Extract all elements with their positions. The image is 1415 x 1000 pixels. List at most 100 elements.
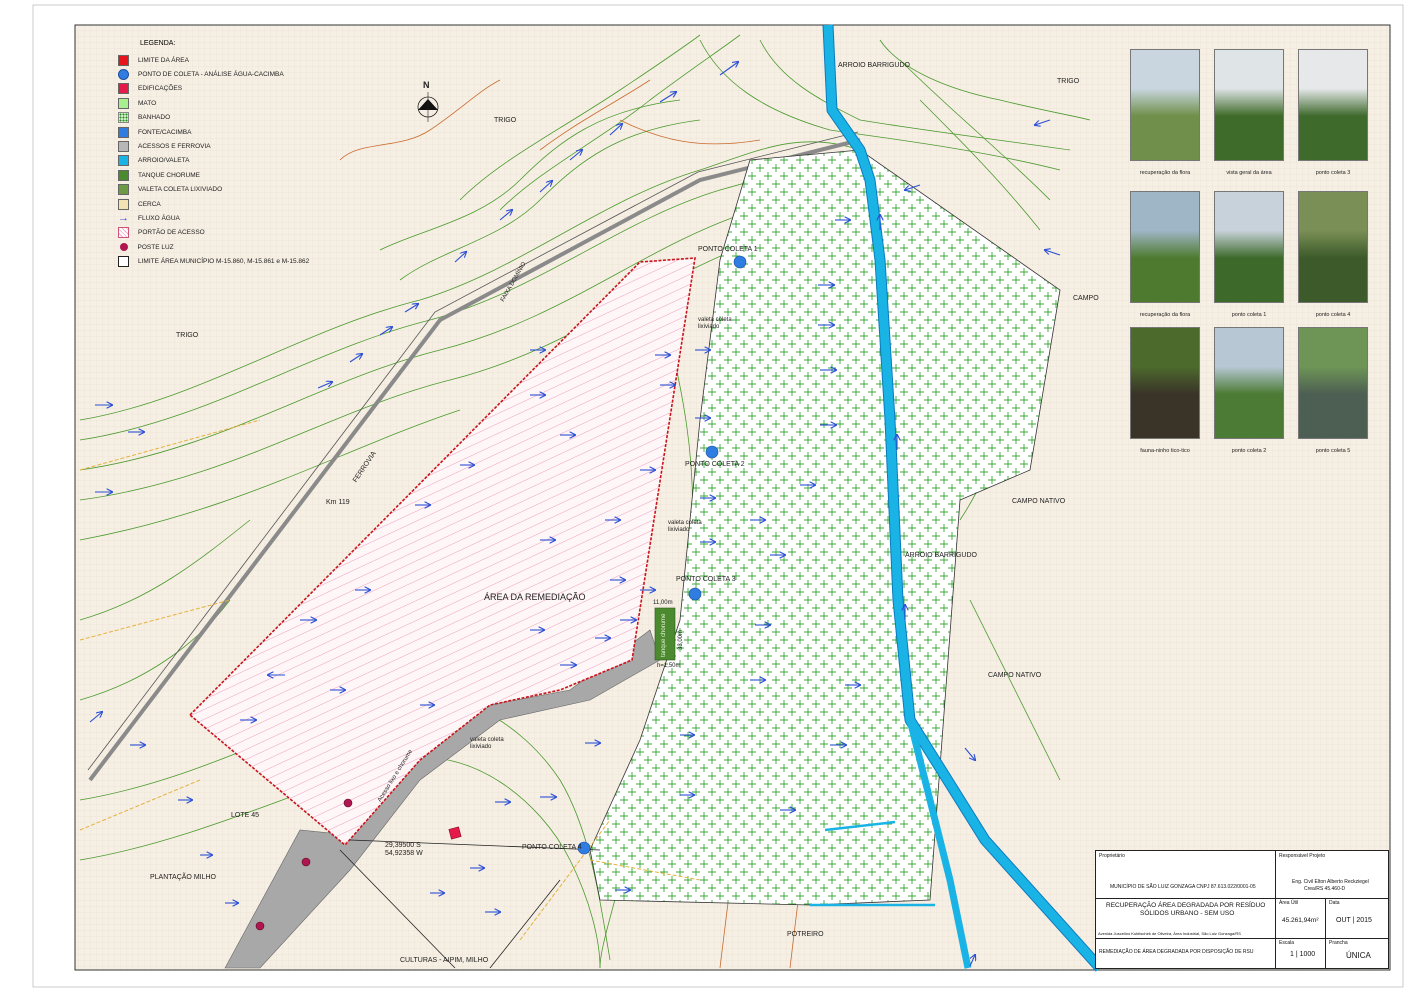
label-valeta-3b: lixiviado (470, 744, 492, 750)
legend-item: EDIFICAÇÕES (118, 82, 348, 96)
tb-responsavel-header: Responsável Projeto (1279, 853, 1326, 859)
legend-item: PORTÃO DE ACESSO (118, 226, 348, 240)
legend-item-label: PORTÃO DE ACESSO (138, 229, 205, 237)
legend-item: PONTO DE COLETA - ANÁLISE ÁGUA-CACIMBA (118, 67, 348, 81)
legend-item-label: VALETA COLETA LIXIVIADO (138, 186, 223, 194)
photo-caption: ponto coleta 4 (1315, 312, 1351, 318)
legend-item-label: LIMITE DA ÁREA (138, 56, 189, 64)
label-valeta-1: valeta coleta (698, 317, 732, 323)
photo-image (1214, 49, 1284, 161)
edificacao (448, 826, 462, 840)
label-coord-s: 29,39500 S (385, 842, 421, 849)
photo-item: ponto coleta 1 (1214, 191, 1284, 318)
ponto-coleta-2-marker (705, 445, 719, 459)
legend-item: VALETA COLETA LIXIVIADO (118, 183, 348, 197)
legend-item-label: FONTE/CACIMBA (138, 128, 192, 136)
legend-item-label: PONTO DE COLETA - ANÁLISE ÁGUA-CACIMBA (138, 71, 284, 79)
photo-item: ponto coleta 3 (1298, 49, 1368, 176)
legend-item-label: BANHADO (138, 114, 171, 122)
label-ponto-coleta-3: PONTO COLETA 3 (676, 576, 736, 583)
photo-image (1130, 327, 1200, 439)
legend-swatch-icon (118, 198, 129, 210)
legend-swatch-icon (118, 184, 129, 196)
label-valeta-2b: lixiviado (668, 527, 690, 533)
tb-crea: Crea/RS 45.460-D (1304, 886, 1346, 892)
legend-swatch-icon (118, 141, 129, 153)
tb-data-header: Data (1329, 900, 1340, 906)
label-ponto-coleta-1: PONTO COLETA 1 (698, 246, 758, 253)
label-tanque-length: 33,00m (678, 629, 684, 650)
ponto-coleta-3-marker (688, 587, 702, 601)
label-trigo-right: TRIGO (1057, 78, 1080, 85)
label-campo-nativo-2: CAMPO NATIVO (988, 672, 1042, 679)
legend-item-label: LIMITE ÁREA MUNICÍPIO M-15.860, M-15.861… (138, 258, 310, 266)
photo-caption: fauna-ninho tico-tico (1140, 448, 1190, 454)
label-campo: CAMPO (1073, 295, 1099, 302)
tb-prancha: ÚNICA (1346, 951, 1371, 960)
label-ponto-coleta-4: PONTO COLETA 4 (522, 844, 582, 851)
legend-item-label: CERCA (138, 200, 161, 208)
ponto-coleta-1-marker (733, 255, 747, 269)
tb-endereco: Avenida Juscelino Kubitschek de Oliveira… (1098, 931, 1241, 936)
photo-image (1130, 191, 1200, 303)
label-ponto-coleta-2: PONTO COLETA 2 (685, 461, 745, 468)
tb-descricao: REMEDIAÇÃO DE ÁREA DEGRADADA POR DISPOSI… (1099, 949, 1254, 955)
photo-image (1214, 327, 1284, 439)
photo-caption: ponto coleta 2 (1231, 448, 1267, 454)
legend-item: ARROIO/VALETA (118, 154, 348, 168)
legend-item-label: MATO (138, 99, 157, 107)
photo-image (1214, 191, 1284, 303)
photo-caption: ponto coleta 1 (1231, 312, 1267, 318)
legend-swatch-icon (118, 126, 129, 138)
tb-escala: 1 | 1000 (1290, 951, 1316, 958)
tb-titulo-2: SÓLIDOS URBANO - SEM USO (1140, 910, 1235, 917)
legend-item-label: ARROIO/VALETA (138, 157, 190, 165)
tb-titulo-1: RECUPERAÇÃO ÁREA DEGRADADA POR RESÍDUO (1106, 902, 1266, 909)
legend-swatch-icon: → (118, 211, 129, 224)
legend-item-label: FLUXO ÁGUA (138, 214, 180, 222)
tb-prancha-header: Prancha (1329, 940, 1348, 946)
legend-item: TANQUE CHORUME (118, 168, 348, 182)
legend-item: → FLUXO ÁGUA (118, 211, 348, 225)
photo-image (1298, 49, 1368, 161)
legend-swatch-icon (118, 54, 129, 66)
legend-swatch-icon (118, 69, 129, 81)
label-lote: LOTE 45 (231, 812, 260, 819)
label-culturas: CULTURAS - AIPIM, MILHO (400, 957, 489, 964)
label-trigo-left: TRIGO (176, 332, 199, 339)
legend-item: MATO (118, 96, 348, 110)
label-tanque-width: 11,00m (653, 600, 673, 606)
label-remediacao: ÁREA DA REMEDIAÇÃO (484, 592, 586, 602)
legend-item: LIMITE DA ÁREA (118, 53, 348, 67)
label-km: Km 119 (326, 499, 350, 506)
legend: LEGENDA: LIMITE DA ÁREA PONTO DE COLETA -… (118, 40, 348, 269)
label-arroio-mid: ARROIO BARRIGUDO (905, 552, 977, 559)
label-plantacao: PLANTAÇÃO MILHO (150, 874, 216, 881)
label-trigo-mid: TRIGO (494, 117, 517, 124)
legend-item-label: EDIFICAÇÕES (138, 85, 183, 93)
photo-item: fauna-ninho tico-tico (1130, 327, 1200, 454)
legend-item-label: ACESSOS E FERROVIA (138, 143, 211, 151)
tb-escala-header: Escala (1279, 940, 1295, 946)
photo-image (1130, 49, 1200, 161)
label-valeta-2: valeta coleta (668, 520, 702, 526)
photo-caption: ponto coleta 3 (1315, 170, 1351, 176)
legend-list: LIMITE DA ÁREA PONTO DE COLETA - ANÁLISE … (118, 53, 348, 269)
legend-swatch-icon (118, 97, 129, 109)
photo-item: ponto coleta 5 (1298, 327, 1368, 454)
photo-caption: vista geral da área (1226, 170, 1272, 176)
legend-item: LIMITE ÁREA MUNICÍPIO M-15.860, M-15.861… (118, 254, 348, 268)
legend-item: ACESSOS E FERROVIA (118, 139, 348, 153)
legend-swatch-icon (119, 243, 128, 252)
tb-data: OUT | 2015 (1336, 917, 1372, 924)
photo-item: recuperação da flora (1130, 191, 1200, 318)
photo-image (1298, 191, 1368, 303)
photo-item: vista geral da área (1214, 49, 1284, 176)
legend-item-label: POSTE LUZ (137, 243, 174, 251)
legend-item: CERCA (118, 197, 348, 211)
legend-item: BANHADO (118, 111, 348, 125)
label-tanque-name: tanque chorume (661, 613, 667, 657)
legend-swatch-icon (118, 256, 129, 268)
north-label: N (423, 80, 430, 90)
legend-item-label: TANQUE CHORUME (138, 171, 200, 179)
